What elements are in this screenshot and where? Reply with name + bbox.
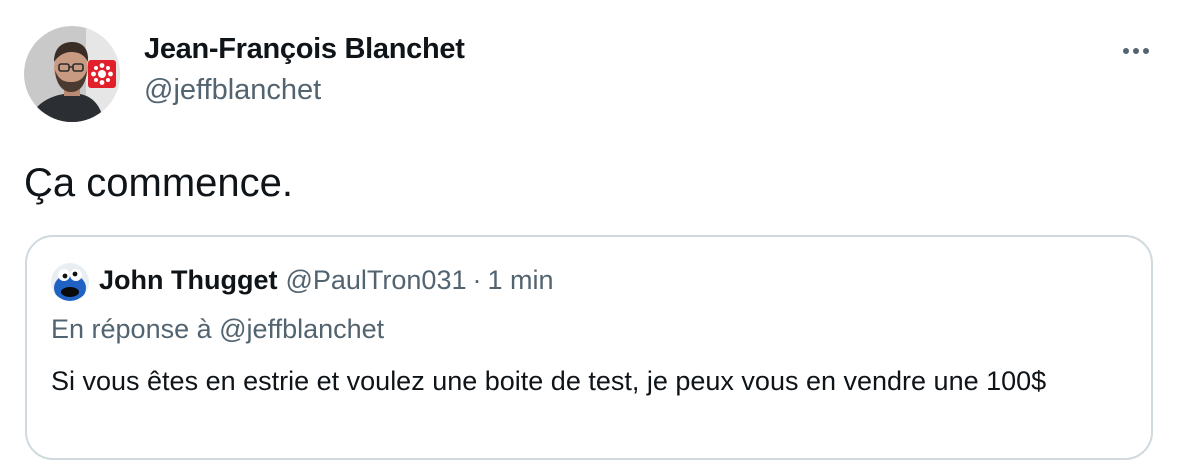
- tweet: Jean-François Blanchet @jeffblanchet Ça …: [0, 0, 1184, 468]
- quoted-author-handle[interactable]: @PaulTron031: [285, 265, 466, 296]
- reply-prefix: En réponse à: [51, 314, 212, 344]
- quoted-author-avatar[interactable]: [51, 263, 89, 301]
- reply-handle-link[interactable]: @jeffblanchet: [219, 314, 384, 344]
- more-options-button[interactable]: [1116, 36, 1156, 66]
- author-avatar[interactable]: [24, 26, 120, 122]
- quoted-tweet[interactable]: John Thugget @PaulTron031 · 1 min En rép…: [25, 235, 1153, 460]
- author-handle[interactable]: @jeffblanchet: [144, 74, 321, 107]
- more-horizontal-icon: [1123, 48, 1149, 54]
- reply-context: En réponse à @jeffblanchet: [51, 314, 384, 345]
- quoted-timestamp[interactable]: 1 min: [487, 265, 553, 296]
- quoted-tweet-text: Si vous êtes en estrie et voulez une boi…: [51, 366, 1047, 396]
- quoted-author-name[interactable]: John Thugget: [99, 265, 277, 296]
- separator-dot: ·: [472, 265, 482, 295]
- quoted-tweet-header: John Thugget @PaulTron031 · 1 min: [99, 265, 554, 296]
- tweet-text: Ça commence.: [24, 161, 293, 205]
- author-name[interactable]: Jean-François Blanchet: [144, 33, 465, 66]
